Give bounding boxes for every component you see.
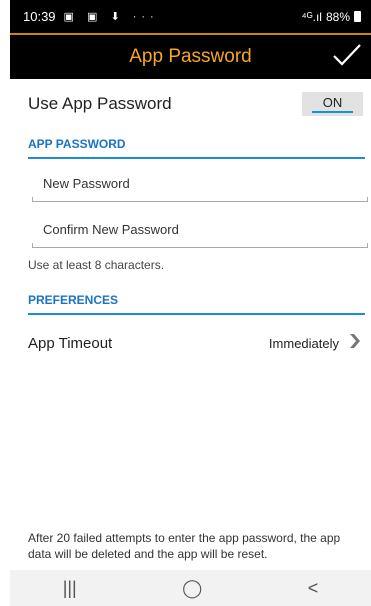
section-header-preferences: PREFERENCES: [28, 293, 365, 315]
status-time: 10:39: [23, 9, 56, 24]
signal-icon: ⁴ᴳ.ıl: [301, 9, 322, 24]
app-bar: App Password: [10, 33, 371, 79]
use-app-password-label: Use App Password: [28, 94, 172, 113]
home-button[interactable]: ◯: [182, 578, 202, 599]
confirm-password-field[interactable]: Confirm New Password: [32, 222, 368, 248]
app-timeout-value: Immediately: [268, 335, 339, 351]
confirm-password-underline: [32, 243, 368, 248]
recents-button[interactable]: |||: [63, 578, 77, 599]
status-bar: 10:39 ▣ ▣ ⬇ ··· ⁴ᴳ.ıl 88%: [10, 0, 371, 33]
app-timeout-row[interactable]: App Timeout Immediately: [28, 332, 361, 354]
back-button[interactable]: <: [308, 578, 319, 599]
footer-note: After 20 failed attempts to enter the ap…: [28, 531, 341, 561]
system-nav-bar: ||| ◯ <: [10, 570, 371, 606]
chevron-right-icon: [349, 333, 361, 354]
use-app-password-row: Use App Password ON: [28, 91, 363, 117]
app-timeout-label: App Timeout: [28, 334, 113, 352]
new-password-field[interactable]: New Password: [32, 176, 368, 202]
check-icon[interactable]: [331, 41, 363, 74]
confirm-password-placeholder: Confirm New Password: [43, 222, 179, 237]
new-password-placeholder: New Password: [43, 176, 130, 191]
password-hint: Use at least 8 characters.: [28, 258, 165, 272]
status-right: ⁴ᴳ.ıl 88%: [302, 10, 361, 24]
app-screen: 10:39 ▣ ▣ ⬇ ··· ⁴ᴳ.ıl 88% App Password U…: [10, 0, 371, 606]
battery-icon: [354, 11, 361, 22]
notification-icons: ▣ ▣ ⬇ ···: [63, 11, 159, 23]
page-title: App Password: [129, 46, 252, 67]
app-password-toggle[interactable]: ON: [302, 92, 363, 116]
section-header-app-password: APP PASSWORD: [28, 137, 365, 159]
battery-level: 88%: [325, 9, 350, 24]
new-password-underline: [32, 197, 368, 202]
